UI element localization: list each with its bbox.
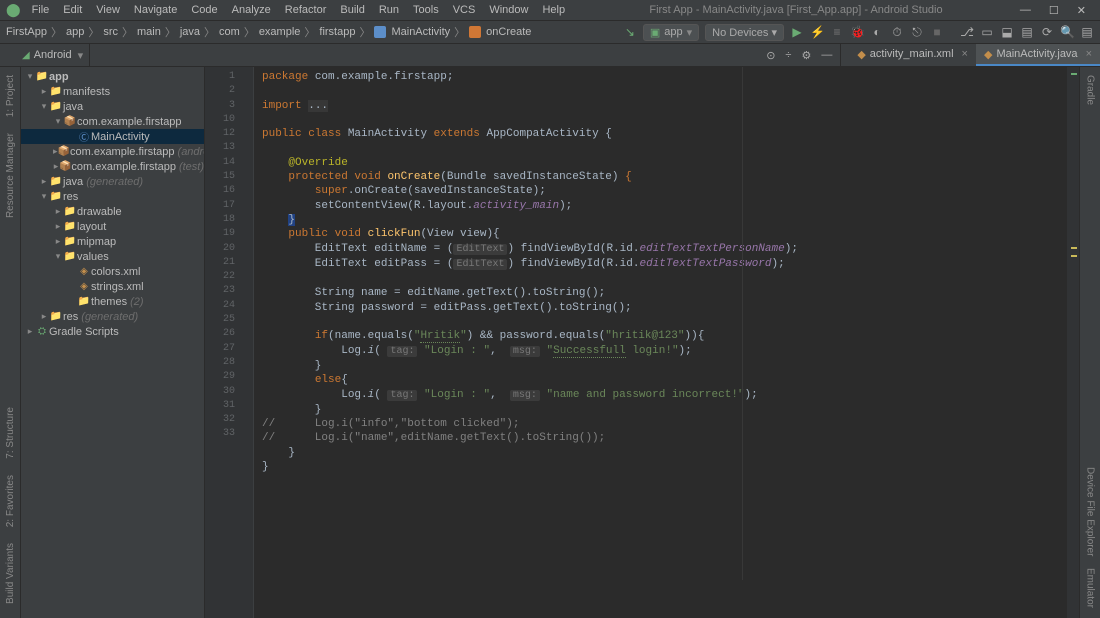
settings-icon[interactable]: ⚙ — [801, 49, 811, 62]
menu-build[interactable]: Build — [333, 4, 371, 16]
profile-icon[interactable]: ⏱ — [890, 25, 904, 40]
tree-node[interactable]: ▸⛭Gradle Scripts — [21, 324, 204, 339]
breadcrumb-item[interactable]: com — [219, 26, 240, 38]
menu-help[interactable]: Help — [535, 4, 572, 16]
menu-code[interactable]: Code — [184, 4, 224, 16]
tool-favorites[interactable]: 2: Favorites — [5, 471, 16, 531]
search-icon[interactable]: 🔍 — [1060, 25, 1074, 39]
tree-node[interactable]: ◈strings.xml — [21, 279, 204, 294]
breadcrumb-item[interactable]: app — [66, 26, 84, 38]
nav-bar: FirstApp〉app〉src〉main〉java〉com〉example〉f… — [0, 21, 1100, 44]
menu-vcs[interactable]: VCS — [446, 4, 483, 16]
code-area[interactable]: package com.example.firstapp; import ...… — [254, 67, 1067, 618]
gutter-line-numbers: 1231012131415161718192021222324252627282… — [205, 67, 241, 618]
git-icon[interactable]: ⎇ — [960, 25, 974, 39]
tree-node[interactable]: ⒸMainActivity — [21, 129, 204, 144]
breadcrumb-item[interactable]: main — [137, 26, 161, 38]
tool-project[interactable]: 1: Project — [5, 71, 16, 121]
hide-icon[interactable]: — — [821, 49, 832, 61]
tool-emulator[interactable]: Emulator — [1085, 564, 1096, 612]
sync-icon[interactable]: ↘ — [623, 25, 637, 39]
tree-node[interactable]: ▸📁res(generated) — [21, 309, 204, 324]
tree-node[interactable]: ▸📁java(generated) — [21, 174, 204, 189]
left-tool-strip: 1: Project Resource Manager 7: Structure… — [0, 67, 21, 618]
breadcrumb-item[interactable]: onCreate — [486, 26, 531, 38]
breadcrumb-item[interactable]: firstapp — [319, 26, 355, 38]
tree-node[interactable]: 📁themes(2) — [21, 294, 204, 309]
stop-icon[interactable]: ■ — [930, 25, 944, 39]
editor-toolbar: ◢ Android ▾ ⊙ ÷ ⚙ — ◆activity_main.xml×◆… — [0, 44, 1100, 67]
apply-code-icon[interactable]: ≡ — [830, 25, 844, 39]
breadcrumb-item[interactable]: FirstApp — [6, 26, 47, 38]
editor-tab[interactable]: ◆activity_main.xml× — [849, 44, 976, 66]
collapse-icon[interactable]: ÷ — [785, 49, 791, 61]
updates-icon[interactable]: ⟳ — [1040, 25, 1054, 39]
breadcrumb-item[interactable]: src — [103, 26, 118, 38]
editor-tabs: ◆activity_main.xml×◆MainActivity.java× — [841, 44, 1100, 66]
debug-icon[interactable]: 🐞 — [850, 25, 864, 39]
tree-node[interactable]: ▸📁drawable — [21, 204, 204, 219]
maximize-icon[interactable]: ☐ — [1049, 4, 1059, 17]
tree-node[interactable]: ◈colors.xml — [21, 264, 204, 279]
menu-refactor[interactable]: Refactor — [278, 4, 334, 16]
menu-edit[interactable]: Edit — [56, 4, 89, 16]
breadcrumb-item[interactable]: example — [259, 26, 301, 38]
notifications-icon[interactable]: ▤ — [1080, 25, 1094, 39]
target-icon[interactable]: ⊙ — [766, 49, 775, 62]
tree-node[interactable]: ▾📁values — [21, 249, 204, 264]
tree-node[interactable]: ▾📁app — [21, 69, 204, 84]
project-tree[interactable]: ▾📁app▸📁manifests▾📁java▾📦com.example.firs… — [21, 67, 205, 618]
menu-window[interactable]: Window — [482, 4, 535, 16]
menu-bar: ⬤ FileEditViewNavigateCodeAnalyzeRefacto… — [0, 0, 1100, 21]
menu-navigate[interactable]: Navigate — [127, 4, 184, 16]
apply-changes-icon[interactable]: ⚡ — [810, 25, 824, 39]
run-icon[interactable]: ▶ — [790, 25, 804, 39]
tree-node[interactable]: ▸📁manifests — [21, 84, 204, 99]
project-view-dropdown[interactable]: ◢ Android ▾ — [0, 44, 90, 66]
error-stripe[interactable] — [1067, 67, 1079, 618]
gutter-fold[interactable] — [241, 67, 254, 618]
coverage-icon[interactable]: ◐ — [870, 25, 884, 39]
tool-gradle[interactable]: Gradle — [1085, 71, 1096, 109]
sdk-icon[interactable]: ⬓ — [1000, 25, 1014, 39]
close-tab-icon[interactable]: × — [962, 48, 968, 60]
minimize-icon[interactable]: — — [1020, 4, 1031, 17]
menu-analyze[interactable]: Analyze — [225, 4, 278, 16]
tree-node[interactable]: ▾📁java — [21, 99, 204, 114]
tool-device-explorer[interactable]: Device File Explorer — [1085, 463, 1096, 560]
tool-structure[interactable]: 7: Structure — [5, 403, 16, 463]
breadcrumb[interactable]: FirstApp〉app〉src〉main〉java〉com〉example〉f… — [6, 24, 531, 40]
tool-build-variants[interactable]: Build Variants — [5, 539, 16, 608]
menu-file[interactable]: File — [25, 4, 57, 16]
menu-tools[interactable]: Tools — [406, 4, 446, 16]
menu-view[interactable]: View — [89, 4, 127, 16]
tree-node[interactable]: ▸📦com.example.firstapp(androidTest) — [21, 144, 204, 159]
structure-icon[interactable]: ▤ — [1020, 25, 1034, 39]
tree-node[interactable]: ▾📦com.example.firstapp — [21, 114, 204, 129]
code-editor[interactable]: 1231012131415161718192021222324252627282… — [205, 67, 1079, 618]
breadcrumb-item[interactable]: java — [180, 26, 200, 38]
tree-node[interactable]: ▾📁res — [21, 189, 204, 204]
editor-tab[interactable]: ◆MainActivity.java× — [976, 44, 1100, 66]
close-icon[interactable]: ✕ — [1077, 4, 1086, 17]
tree-node[interactable]: ▸📦com.example.firstapp(test) — [21, 159, 204, 174]
tool-resource-manager[interactable]: Resource Manager — [5, 129, 16, 222]
run-config-dropdown[interactable]: ▣app▾ — [643, 24, 699, 41]
close-tab-icon[interactable]: × — [1086, 48, 1092, 60]
app-logo-icon: ⬤ — [6, 2, 21, 18]
tree-node[interactable]: ▸📁mipmap — [21, 234, 204, 249]
breadcrumb-item[interactable]: MainActivity — [391, 26, 450, 38]
device-dropdown[interactable]: No Devices ▾ — [705, 24, 784, 41]
tree-node[interactable]: ▸📁layout — [21, 219, 204, 234]
right-tool-strip: Gradle Device File Explorer Emulator — [1079, 67, 1100, 618]
avd-icon[interactable]: ▭ — [980, 25, 994, 39]
window-title: First App - MainActivity.java [First_App… — [572, 4, 1020, 16]
menu-run[interactable]: Run — [372, 4, 406, 16]
attach-icon[interactable]: ⎋ — [910, 25, 924, 40]
